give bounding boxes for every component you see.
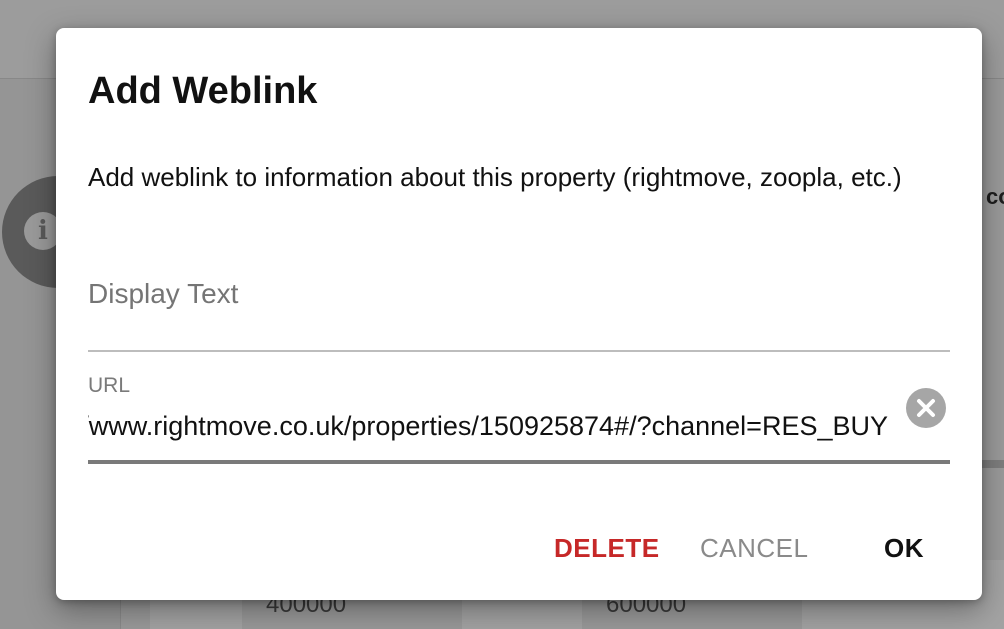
url-value: https://www.rightmove.co.uk/properties/1… [88, 411, 888, 441]
url-field[interactable]: URL https://www.rightmove.co.uk/properti… [88, 368, 950, 466]
background-divider [982, 460, 1004, 468]
display-text-placeholder: Display Text [88, 278, 239, 309]
url-input[interactable]: https://www.rightmove.co.uk/properties/1… [88, 406, 888, 446]
clear-url-button[interactable] [906, 388, 946, 428]
ok-button[interactable]: OK [884, 528, 924, 568]
delete-button[interactable]: DELETE [554, 528, 660, 568]
url-underline [88, 460, 950, 464]
cancel-button[interactable]: CANCEL [700, 528, 808, 568]
display-text-field[interactable]: Display Text [88, 268, 950, 352]
add-weblink-dialog: Add Weblink Add weblink to information a… [56, 28, 982, 600]
clear-circle-icon [917, 399, 935, 417]
display-text-underline [88, 350, 950, 352]
url-label: URL [88, 374, 131, 397]
dialog-actions: DELETE CANCEL OK [56, 528, 982, 568]
background-right-text: co [986, 184, 1004, 209]
dialog-title: Add Weblink [88, 70, 318, 112]
dialog-description: Add weblink to information about this pr… [88, 162, 902, 192]
